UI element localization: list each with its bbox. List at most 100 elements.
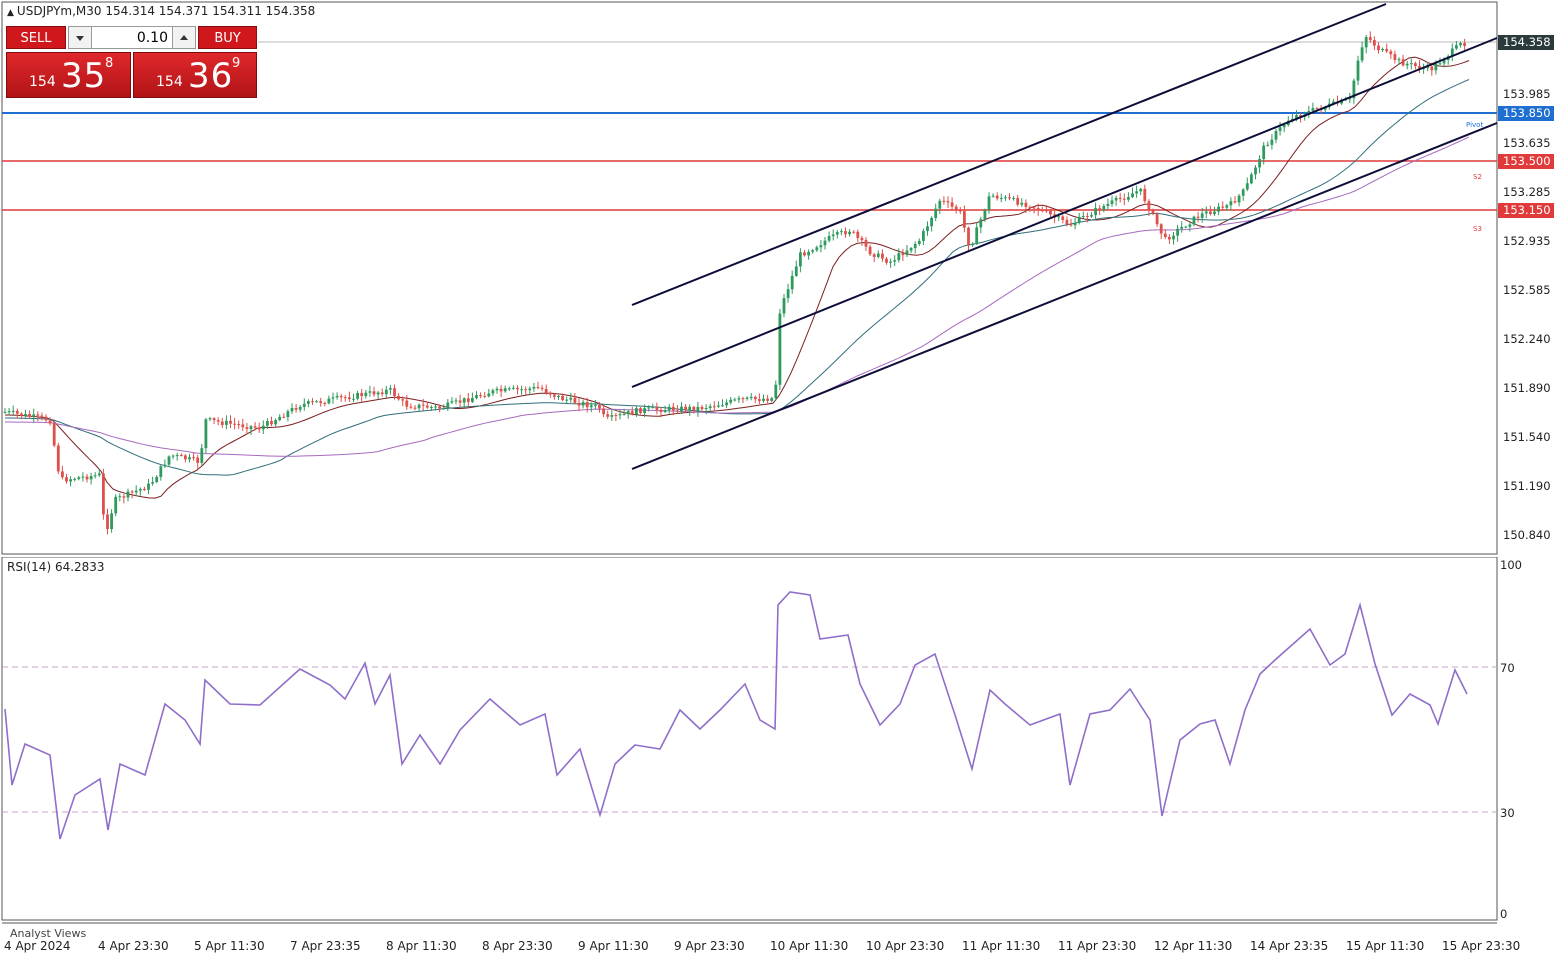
candle-body	[614, 415, 618, 417]
candle-body	[557, 395, 560, 397]
candle-body	[569, 397, 573, 400]
candle-body	[270, 421, 273, 425]
buy-price-fraction: 9	[232, 56, 241, 71]
candle-body	[393, 388, 396, 396]
candle-body	[540, 387, 544, 390]
candle-body	[1086, 216, 1089, 218]
candle-body	[1250, 174, 1253, 184]
candle-body	[602, 408, 605, 415]
candle-body	[458, 400, 462, 403]
candle-body	[110, 513, 113, 530]
candle-body	[61, 471, 64, 478]
candle-body	[889, 261, 892, 263]
candle-body	[635, 408, 638, 415]
candle-body	[647, 407, 651, 409]
candle-body	[819, 245, 823, 248]
candle-body	[733, 399, 737, 401]
candle-body	[954, 206, 958, 211]
candle-body	[1364, 37, 1368, 48]
candle-body	[1385, 49, 1389, 52]
rsi-axis-label: 100	[1500, 558, 1522, 572]
candle-body	[384, 389, 388, 395]
candle-body	[1311, 108, 1315, 111]
candle-body	[389, 388, 392, 390]
trading-terminal: 153.985 153.635 153.285 152.935 152.585 …	[0, 0, 1560, 960]
candle-body	[1008, 197, 1011, 199]
candle-body	[1225, 205, 1229, 208]
candle-body	[81, 476, 85, 478]
candle-body	[725, 402, 728, 406]
volume-input[interactable]: 0.10	[92, 26, 172, 49]
candle-body	[872, 254, 876, 257]
candle-body	[97, 473, 101, 476]
candle-body	[1176, 228, 1179, 236]
candle-body	[1315, 108, 1319, 110]
candle-body	[167, 456, 171, 465]
candle-body	[1221, 206, 1225, 208]
candle-body	[302, 403, 306, 407]
candle-body	[1213, 211, 1216, 215]
candle-body	[278, 416, 282, 421]
candle-body	[1004, 197, 1007, 199]
candle-body	[65, 477, 68, 482]
candle-body	[434, 406, 437, 408]
sell-price-button[interactable]: 154 35 8	[6, 52, 131, 98]
candle-body	[40, 415, 44, 417]
candle-body	[704, 408, 708, 410]
candle-body	[1122, 198, 1126, 200]
time-axis-label: 12 Apr 11:30	[1154, 939, 1233, 953]
candle-body	[1245, 183, 1249, 190]
candle-body	[967, 227, 970, 246]
candle-body	[905, 250, 909, 256]
candle-body	[913, 243, 917, 249]
candle-body	[520, 389, 523, 391]
candle-body	[249, 426, 253, 430]
candle-body	[11, 410, 15, 412]
volume-increase-button[interactable]	[172, 26, 196, 49]
buy-button[interactable]: BUY	[198, 26, 257, 49]
candle-body	[794, 266, 798, 276]
candle-body	[811, 250, 815, 252]
candle-body	[1049, 210, 1052, 215]
candle-body	[524, 389, 528, 391]
candle-body	[1172, 235, 1175, 240]
candle-body	[1200, 213, 1204, 218]
candle-body	[528, 388, 532, 391]
rsi-chart[interactable]	[0, 557, 1560, 937]
candle-body	[1069, 224, 1073, 226]
candle-body	[979, 219, 983, 228]
collapse-triangle-icon[interactable]: ▲	[7, 8, 14, 18]
candle-body	[749, 396, 753, 398]
rsi-axis-label: 70	[1500, 661, 1515, 675]
candle-body	[93, 475, 97, 477]
volume-decrease-button[interactable]	[68, 26, 92, 49]
candle-body	[1139, 188, 1143, 192]
candle-body	[487, 393, 491, 397]
candle-body	[676, 410, 679, 412]
price-axis-label: 151.540	[1503, 430, 1551, 444]
candle-body	[372, 391, 376, 395]
price-axis-label: 151.890	[1503, 381, 1551, 395]
time-axis-label: 11 Apr 11:30	[962, 939, 1041, 953]
candle-body	[507, 388, 511, 390]
candle-body	[610, 415, 614, 417]
candle-body	[462, 398, 466, 403]
candle-body	[155, 476, 159, 483]
candle-body	[1098, 208, 1102, 211]
candle-body	[1168, 237, 1171, 240]
candle-body	[893, 260, 897, 262]
candle-body	[692, 406, 696, 411]
candle-body	[626, 411, 630, 414]
buy-price-button[interactable]: 154 36 9	[133, 52, 257, 98]
candle-body	[147, 483, 150, 490]
candle-body	[544, 389, 548, 393]
candle-body	[1028, 206, 1032, 208]
candle-body	[200, 448, 204, 463]
time-axis-label: 4 Apr 23:30	[98, 939, 169, 953]
candle-body	[983, 210, 987, 220]
candle-body	[1438, 63, 1442, 65]
candle-body	[327, 398, 331, 404]
candle-body	[417, 404, 421, 409]
candle-body	[274, 420, 277, 425]
sell-button[interactable]: SELL	[6, 26, 66, 49]
